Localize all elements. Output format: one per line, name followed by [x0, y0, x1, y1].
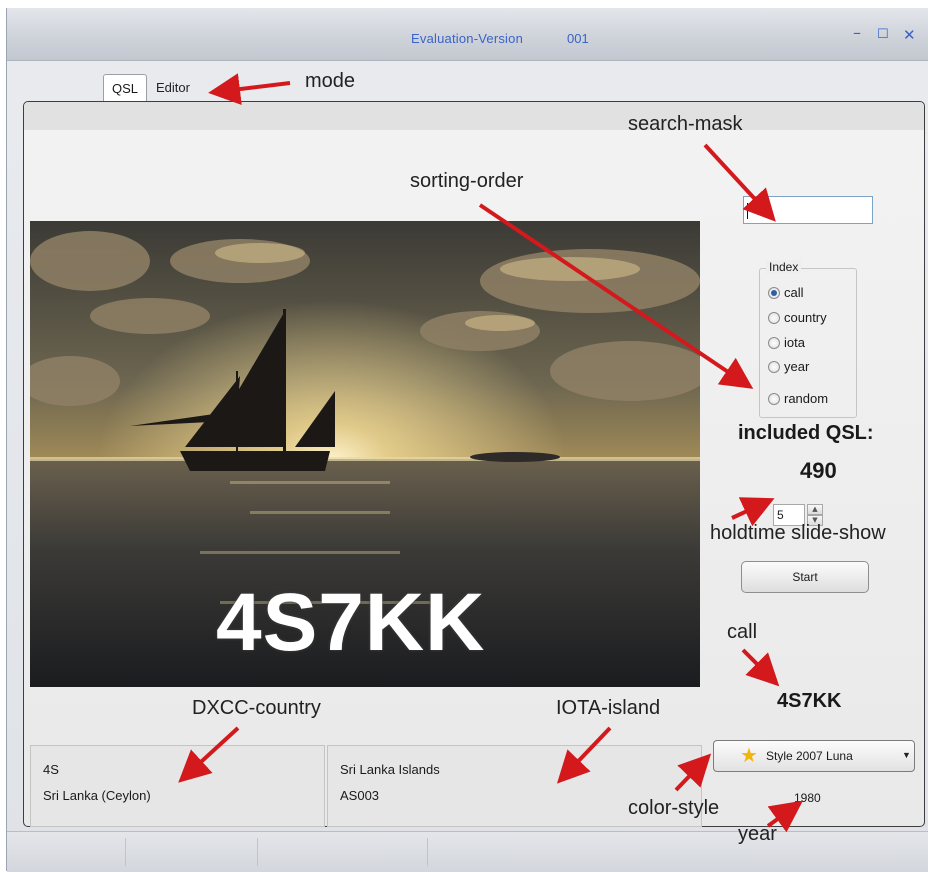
start-button[interactable]: Start: [741, 561, 869, 593]
included-qsl-label: included QSL:: [738, 422, 874, 444]
title-bar[interactable]: Evaluation-Version 001 – ☐ ✕: [7, 8, 928, 61]
radio-icon[interactable]: [768, 360, 780, 373]
included-qsl-count: 490: [800, 458, 837, 483]
card-call-overlay: 4S7KK: [216, 577, 486, 668]
radio-icon[interactable]: [768, 336, 780, 349]
current-call-value: 4S7KK: [777, 690, 842, 712]
annotation-sorting-order: sorting-order: [410, 170, 524, 192]
minimize-icon[interactable]: –: [853, 23, 861, 42]
index-radio-group: Index call country iota year random: [759, 260, 857, 418]
index-option-year[interactable]: year: [768, 359, 809, 374]
index-option-call[interactable]: call: [768, 285, 804, 300]
panel-header-strip: [24, 102, 924, 130]
index-option-label: call: [784, 285, 804, 300]
annotation-holdtime: holdtime slide-show: [710, 522, 886, 544]
annotation-dxcc-country: DXCC-country: [192, 697, 321, 719]
index-option-label: iota: [784, 335, 805, 350]
status-separator: [125, 838, 126, 866]
annotation-color-style: color-style: [628, 797, 720, 819]
annotation-call: call: [727, 621, 758, 643]
index-option-country[interactable]: country: [768, 310, 827, 325]
current-year-value: 1980: [794, 791, 821, 805]
status-separator: [257, 838, 258, 866]
index-legend: Index: [766, 260, 802, 274]
index-option-label: year: [784, 359, 810, 374]
spin-up-icon[interactable]: ▲: [807, 504, 823, 515]
tab-editor[interactable]: Editor: [148, 74, 198, 101]
status-separator: [427, 838, 428, 866]
iota-island-name: Sri Lanka Islands: [340, 762, 440, 777]
annotation-year: year: [738, 823, 777, 845]
iota-reference: AS003: [340, 788, 380, 803]
index-option-label: country: [784, 310, 827, 325]
window-title: Evaluation-Version: [411, 31, 523, 46]
radio-icon[interactable]: [768, 311, 780, 324]
color-style-selected: Style 2007 Luna: [766, 749, 853, 763]
dxcc-info-box: 4S Sri Lanka (Ceylon): [30, 745, 325, 827]
annotation-iota-island: IOTA-island: [556, 697, 661, 719]
index-option-random[interactable]: random: [768, 391, 828, 406]
window-version-number: 001: [567, 31, 589, 46]
dxcc-country-name: Sri Lanka (Ceylon): [43, 788, 151, 803]
radio-selected-icon[interactable]: [768, 286, 780, 299]
qsl-panel: 4S7KK Index call country iota year rando…: [23, 101, 925, 827]
index-option-iota[interactable]: iota: [768, 335, 805, 350]
app-window: Evaluation-Version 001 – ☐ ✕ QSL Editor: [6, 8, 928, 872]
qsl-card-image: 4S7KK: [30, 221, 700, 687]
index-option-label: random: [784, 391, 829, 406]
status-bar: [7, 831, 928, 872]
annotation-mode: mode: [305, 70, 356, 92]
text-caret: [747, 203, 748, 219]
star-icon: ★: [740, 745, 758, 767]
dxcc-prefix: 4S: [43, 762, 59, 777]
annotation-search-mask: search-mask: [628, 113, 743, 135]
maximize-icon[interactable]: ☐: [877, 27, 889, 42]
close-icon[interactable]: ✕: [903, 26, 916, 44]
chevron-down-icon[interactable]: ▼: [902, 750, 911, 760]
search-input[interactable]: [743, 196, 873, 224]
radio-icon[interactable]: [768, 392, 780, 405]
tab-qsl[interactable]: QSL: [103, 74, 148, 103]
color-style-dropdown[interactable]: ★ Style 2007 Luna ▼: [713, 740, 915, 772]
